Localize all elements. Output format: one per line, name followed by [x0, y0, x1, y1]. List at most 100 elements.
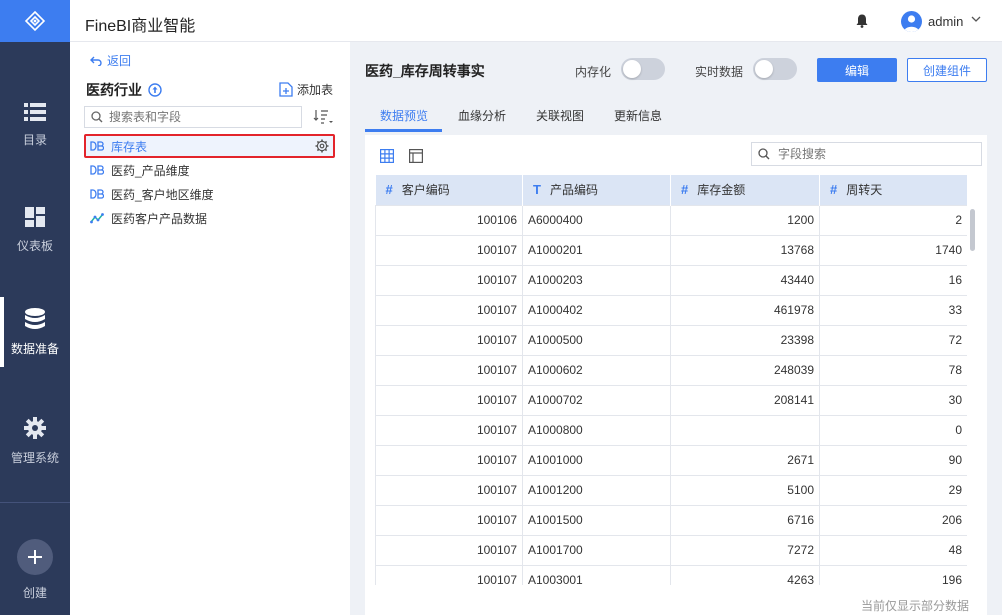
create-button[interactable] — [17, 539, 53, 575]
table-search-input[interactable] — [109, 110, 289, 124]
table-row[interactable]: 100107 A1000203 43440 16 — [375, 264, 967, 296]
table-cell[interactable]: 78 — [819, 354, 967, 386]
edit-button[interactable]: 编辑 — [817, 58, 897, 82]
table-cell[interactable]: 100107 — [375, 564, 523, 585]
bell-icon[interactable] — [856, 14, 868, 28]
table-cell[interactable]: 100107 — [375, 264, 523, 296]
table-cell[interactable]: A1000203 — [522, 264, 671, 296]
table-cell[interactable]: 100107 — [375, 324, 523, 356]
table-cell[interactable]: 100107 — [375, 534, 523, 566]
tab-update-info[interactable]: 更新信息 — [614, 107, 662, 133]
table-cell[interactable]: 30 — [819, 384, 967, 416]
table-cell[interactable]: A1000602 — [522, 354, 671, 386]
table-row[interactable]: 100107 A1000402 461978 33 — [375, 294, 967, 326]
finebi-logo[interactable] — [0, 0, 70, 42]
tab-relation-view[interactable]: 关联视图 — [536, 107, 584, 133]
table-row[interactable]: 100107 A1001000 2671 90 — [375, 444, 967, 476]
nav-item-dashboard[interactable]: 仪表板 — [0, 195, 70, 265]
sort-icon[interactable] — [313, 109, 333, 125]
table-row[interactable]: 100107 A1000602 248039 78 — [375, 354, 967, 386]
table-cell[interactable]: A1000702 — [522, 384, 671, 416]
table-cell[interactable]: 43440 — [670, 264, 820, 296]
table-search-box[interactable] — [84, 106, 302, 128]
user-name[interactable]: admin — [928, 14, 963, 29]
table-cell[interactable]: 1200 — [670, 204, 820, 236]
table-row[interactable]: 100107 A1000800 0 — [375, 414, 967, 446]
table-cell[interactable]: 100107 — [375, 384, 523, 416]
table-cell[interactable]: A6000400 — [522, 204, 671, 236]
table-cell[interactable]: 196 — [819, 564, 967, 585]
table-cell[interactable]: 6716 — [670, 504, 820, 536]
column-header[interactable]: # 客户编码 — [375, 175, 523, 205]
table-cell[interactable]: 206 — [819, 504, 967, 536]
table-row[interactable]: 100107 A1000702 208141 30 — [375, 384, 967, 416]
table-item-customer-region-dim[interactable]: 医药_客户地区维度 — [84, 182, 335, 206]
table-row[interactable]: 100107 A1000500 23398 72 — [375, 324, 967, 356]
table-cell[interactable]: 100106 — [375, 204, 523, 236]
table-cell[interactable]: 48 — [819, 534, 967, 566]
table-cell[interactable]: A1001200 — [522, 474, 671, 506]
detail-view-icon[interactable] — [409, 149, 423, 163]
vertical-scrollbar[interactable] — [970, 209, 975, 251]
table-cell[interactable]: 29 — [819, 474, 967, 506]
table-cell[interactable] — [670, 414, 820, 446]
column-header[interactable]: # 库存金额 — [670, 175, 820, 205]
table-row[interactable]: 100106 A6000400 1200 2 — [375, 204, 967, 236]
table-cell[interactable]: 100107 — [375, 354, 523, 386]
table-cell[interactable]: 0 — [819, 414, 967, 446]
table-cell[interactable]: 7272 — [670, 534, 820, 566]
table-cell[interactable]: A1001500 — [522, 504, 671, 536]
table-cell[interactable]: A1000800 — [522, 414, 671, 446]
table-cell[interactable]: 100107 — [375, 504, 523, 536]
table-cell[interactable]: 248039 — [670, 354, 820, 386]
table-cell[interactable]: 208141 — [670, 384, 820, 416]
table-row[interactable]: 100107 A1001500 6716 206 — [375, 504, 967, 536]
table-cell[interactable]: 33 — [819, 294, 967, 326]
update-icon[interactable] — [148, 83, 162, 97]
grid-view-icon[interactable] — [380, 149, 394, 163]
table-cell[interactable]: 100107 — [375, 294, 523, 326]
table-cell[interactable]: 16 — [819, 264, 967, 296]
table-cell[interactable]: 100107 — [375, 414, 523, 446]
column-header[interactable]: # 周转天 — [819, 175, 967, 205]
realtime-toggle[interactable] — [753, 58, 797, 80]
table-cell[interactable]: 2671 — [670, 444, 820, 476]
chevron-down-icon[interactable] — [971, 15, 981, 23]
nav-item-data-prep[interactable]: 数据准备 — [0, 297, 70, 367]
table-item-inventory[interactable]: 库存表 — [84, 134, 335, 158]
field-search-box[interactable] — [751, 142, 982, 166]
table-cell[interactable]: 23398 — [670, 324, 820, 356]
column-header[interactable]: T 产品编码 — [522, 175, 671, 205]
table-cell[interactable]: A1001700 — [522, 534, 671, 566]
table-cell[interactable]: A1003001 — [522, 564, 671, 585]
table-cell[interactable]: 72 — [819, 324, 967, 356]
table-cell[interactable]: 461978 — [670, 294, 820, 326]
tab-lineage[interactable]: 血缘分析 — [458, 107, 506, 133]
create-component-button[interactable]: 创建组件 — [907, 58, 987, 82]
table-row[interactable]: 100107 A1001700 7272 48 — [375, 534, 967, 566]
table-cell[interactable]: 100107 — [375, 474, 523, 506]
table-item-customer-product-data[interactable]: 医药客户产品数据 — [84, 206, 335, 230]
table-cell[interactable]: 1740 — [819, 234, 967, 266]
table-cell[interactable]: A1000201 — [522, 234, 671, 266]
table-row[interactable]: 100107 A1003001 4263 196 — [375, 564, 967, 585]
table-cell[interactable]: A1000500 — [522, 324, 671, 356]
table-cell[interactable]: A1000402 — [522, 294, 671, 326]
table-cell[interactable]: 100107 — [375, 234, 523, 266]
table-cell[interactable]: 5100 — [670, 474, 820, 506]
table-item-product-dim[interactable]: 医药_产品维度 — [84, 158, 335, 182]
settings-gear-icon[interactable] — [315, 139, 329, 153]
table-row[interactable]: 100107 A1001200 5100 29 — [375, 474, 967, 506]
table-cell[interactable]: 13768 — [670, 234, 820, 266]
nav-item-admin[interactable]: 管理系统 — [0, 406, 70, 476]
table-cell[interactable]: 90 — [819, 444, 967, 476]
field-search-input[interactable] — [778, 147, 968, 161]
table-cell[interactable]: 2 — [819, 204, 967, 236]
table-row[interactable]: 100107 A1000201 13768 1740 — [375, 234, 967, 266]
table-cell[interactable]: 100107 — [375, 444, 523, 476]
table-cell[interactable]: A1001000 — [522, 444, 671, 476]
add-table-button[interactable]: 添加表 — [279, 81, 333, 98]
user-avatar[interactable] — [901, 11, 922, 32]
back-link[interactable]: 返回 — [90, 52, 131, 69]
memory-toggle[interactable] — [621, 58, 665, 80]
